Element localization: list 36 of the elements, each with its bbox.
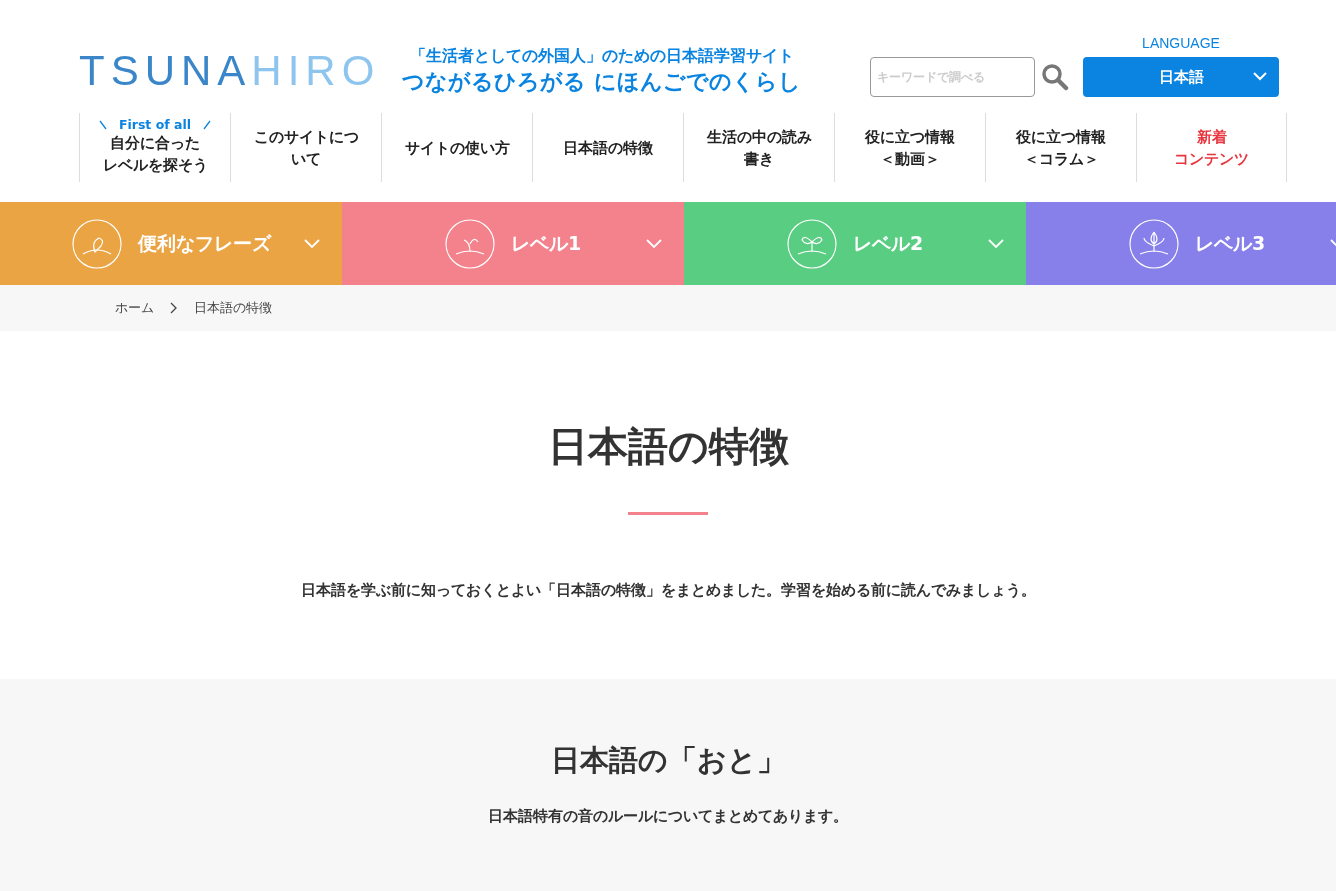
chevron-right-icon	[170, 302, 178, 314]
section-title: 日本語の「おと」	[550, 742, 786, 779]
plant-icon	[71, 218, 122, 269]
intro-text: 日本語を学ぶ前に知っておくとよい「日本語の特徴」をまとめました。学習を始める前に読んでみましょう。	[300, 581, 1036, 600]
chevron-icon	[988, 239, 1004, 249]
breadcrumb-item[interactable]: ホーム	[115, 299, 154, 317]
section-text: 日本語特有の音のルールについてまとめてあります。	[488, 807, 848, 826]
nav-link[interactable]: 新着 コンテンツ	[1136, 113, 1287, 182]
plant-icon	[444, 218, 495, 269]
level-label: レベル2	[852, 230, 924, 256]
nav-link[interactable]: 役に立つ情報 ＜動画＞	[834, 113, 985, 182]
level-label: レベル1	[510, 230, 582, 256]
slash-icon	[98, 120, 107, 130]
language-label: LANGUAGE	[1142, 35, 1220, 51]
search-icon[interactable]	[1041, 63, 1069, 91]
plant-icon	[1128, 218, 1179, 269]
first-of-all-label: First of all	[118, 118, 192, 132]
nav-link[interactable]: 自分に合った レベルを探そう	[80, 132, 230, 176]
nav-link[interactable]: サイトの使い方	[381, 113, 532, 182]
nav-link[interactable]: このサイトにつ いて	[230, 113, 381, 182]
nav-link[interactable]: 生活の中の読み 書き	[683, 113, 834, 182]
chevron-icon	[304, 239, 320, 249]
language-select[interactable]: 日本語	[1083, 57, 1279, 97]
breadcrumb-item: 日本語の特徴	[194, 299, 272, 317]
chevron-icon	[646, 239, 662, 249]
nav-link[interactable]: 日本語の特徴	[532, 113, 683, 182]
chevron-icon	[1253, 72, 1267, 81]
level-label: 便利なフレーズ	[137, 230, 271, 256]
plant-icon	[786, 218, 837, 269]
site-tagline: 「生活者としての外国人」のための日本語学習サイト	[409, 46, 794, 67]
site-title: つながるひろがる にほんごでのくらし	[402, 68, 802, 96]
site-logo[interactable]: TSUNA HIRO	[79, 46, 381, 92]
nav-link[interactable]: 役に立つ情報 ＜コラム＞	[985, 113, 1136, 182]
level-label: レベル3	[1194, 230, 1266, 256]
page-title: 日本語の特徴	[547, 422, 789, 471]
slash-icon	[203, 120, 212, 130]
